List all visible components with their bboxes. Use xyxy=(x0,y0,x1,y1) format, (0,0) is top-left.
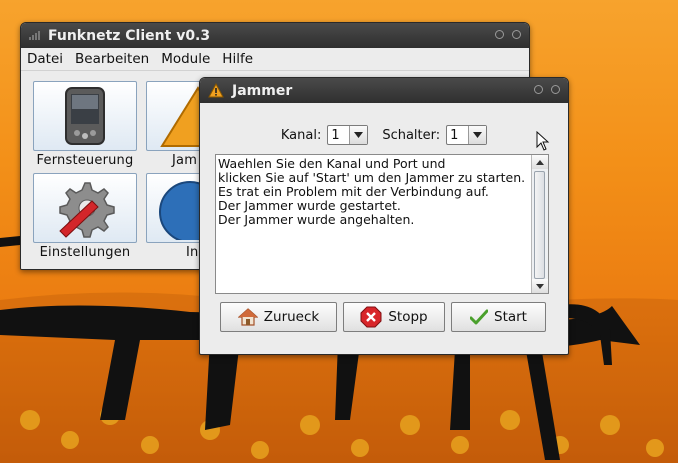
signal-icon xyxy=(29,31,40,40)
schalter-combobox[interactable]: 1 xyxy=(446,125,488,145)
tile-einstellungen[interactable]: Einstellungen xyxy=(30,173,140,260)
home-icon xyxy=(237,308,258,326)
chevron-down-icon[interactable] xyxy=(468,126,487,144)
tile-icon-box xyxy=(33,173,137,243)
tile-label: In xyxy=(186,245,199,260)
kanal-label: Kanal: xyxy=(280,127,322,143)
scroll-up-button[interactable] xyxy=(532,155,548,169)
start-button-label: Start xyxy=(494,309,527,325)
schalter-label: Schalter: xyxy=(382,127,441,143)
tile-fernsteuerung[interactable]: Fernsteuerung xyxy=(30,81,140,168)
tile-info[interactable]: In xyxy=(146,173,206,260)
mouse-cursor-icon xyxy=(536,131,550,151)
menu-module[interactable]: Module xyxy=(155,51,216,67)
tile-label: Jam xyxy=(172,153,198,168)
main-window-title: Funknetz Client v0.3 xyxy=(48,27,211,44)
tile-label: Einstellungen xyxy=(39,245,131,260)
settings-gear-icon xyxy=(59,182,115,238)
stop-icon xyxy=(360,306,382,328)
start-button[interactable]: Start xyxy=(451,302,546,332)
vertical-scrollbar[interactable] xyxy=(531,155,548,293)
tile-icon-box xyxy=(146,81,206,151)
remote-device-icon xyxy=(65,87,105,145)
warning-icon xyxy=(208,83,224,98)
jammer-dialog: Jammer Kanal: 1 Schalter: 1 Waehlen Sie … xyxy=(199,77,569,355)
minimize-button[interactable] xyxy=(495,30,504,39)
stop-button[interactable]: Stopp xyxy=(343,302,445,332)
stop-button-label: Stopp xyxy=(388,309,428,325)
scrollbar-thumb[interactable] xyxy=(534,171,545,279)
check-icon xyxy=(470,309,488,325)
action-buttons: Zurueck Stopp Start xyxy=(220,302,550,334)
tile-icon-box xyxy=(146,173,206,243)
jammer-title: Jammer xyxy=(232,82,293,99)
log-textarea[interactable]: Waehlen Sie den Kanal und Port und klick… xyxy=(215,154,549,294)
menu-hilfe[interactable]: Hilfe xyxy=(216,51,259,67)
scroll-down-button[interactable] xyxy=(532,279,548,293)
log-line: Der Jammer wurde angehalten. xyxy=(218,212,415,227)
log-line: Es trat ein Problem mit der Verbindung a… xyxy=(218,184,489,199)
schalter-value: 1 xyxy=(450,127,459,143)
chevron-down-icon[interactable] xyxy=(349,126,368,144)
back-button[interactable]: Zurueck xyxy=(220,302,337,332)
log-line: klicken Sie auf 'Start' um den Jammer zu… xyxy=(218,170,526,185)
menu-bar: Datei Bearbeiten Module Hilfe xyxy=(21,48,529,71)
minimize-button[interactable] xyxy=(534,85,543,94)
close-button[interactable] xyxy=(551,85,560,94)
tile-label: Fernsteuerung xyxy=(36,153,134,168)
tile-jammer[interactable]: Jam xyxy=(146,81,206,168)
log-line: Waehlen Sie den Kanal und Port und xyxy=(218,156,446,171)
log-lines: Waehlen Sie den Kanal und Port und klick… xyxy=(218,157,530,227)
kanal-value: 1 xyxy=(331,127,340,143)
kanal-combobox[interactable]: 1 xyxy=(327,125,369,145)
back-button-label: Zurueck xyxy=(263,309,320,325)
tile-icon-box xyxy=(33,81,137,151)
menu-datei[interactable]: Datei xyxy=(21,51,69,67)
menu-bearbeiten[interactable]: Bearbeiten xyxy=(69,51,155,67)
main-titlebar[interactable]: Funknetz Client v0.3 xyxy=(21,23,529,48)
close-button[interactable] xyxy=(512,30,521,39)
log-line: Der Jammer wurde gestartet. xyxy=(218,198,401,213)
channel-selector-row: Kanal: 1 Schalter: 1 xyxy=(200,125,568,145)
jammer-titlebar[interactable]: Jammer xyxy=(200,78,568,103)
